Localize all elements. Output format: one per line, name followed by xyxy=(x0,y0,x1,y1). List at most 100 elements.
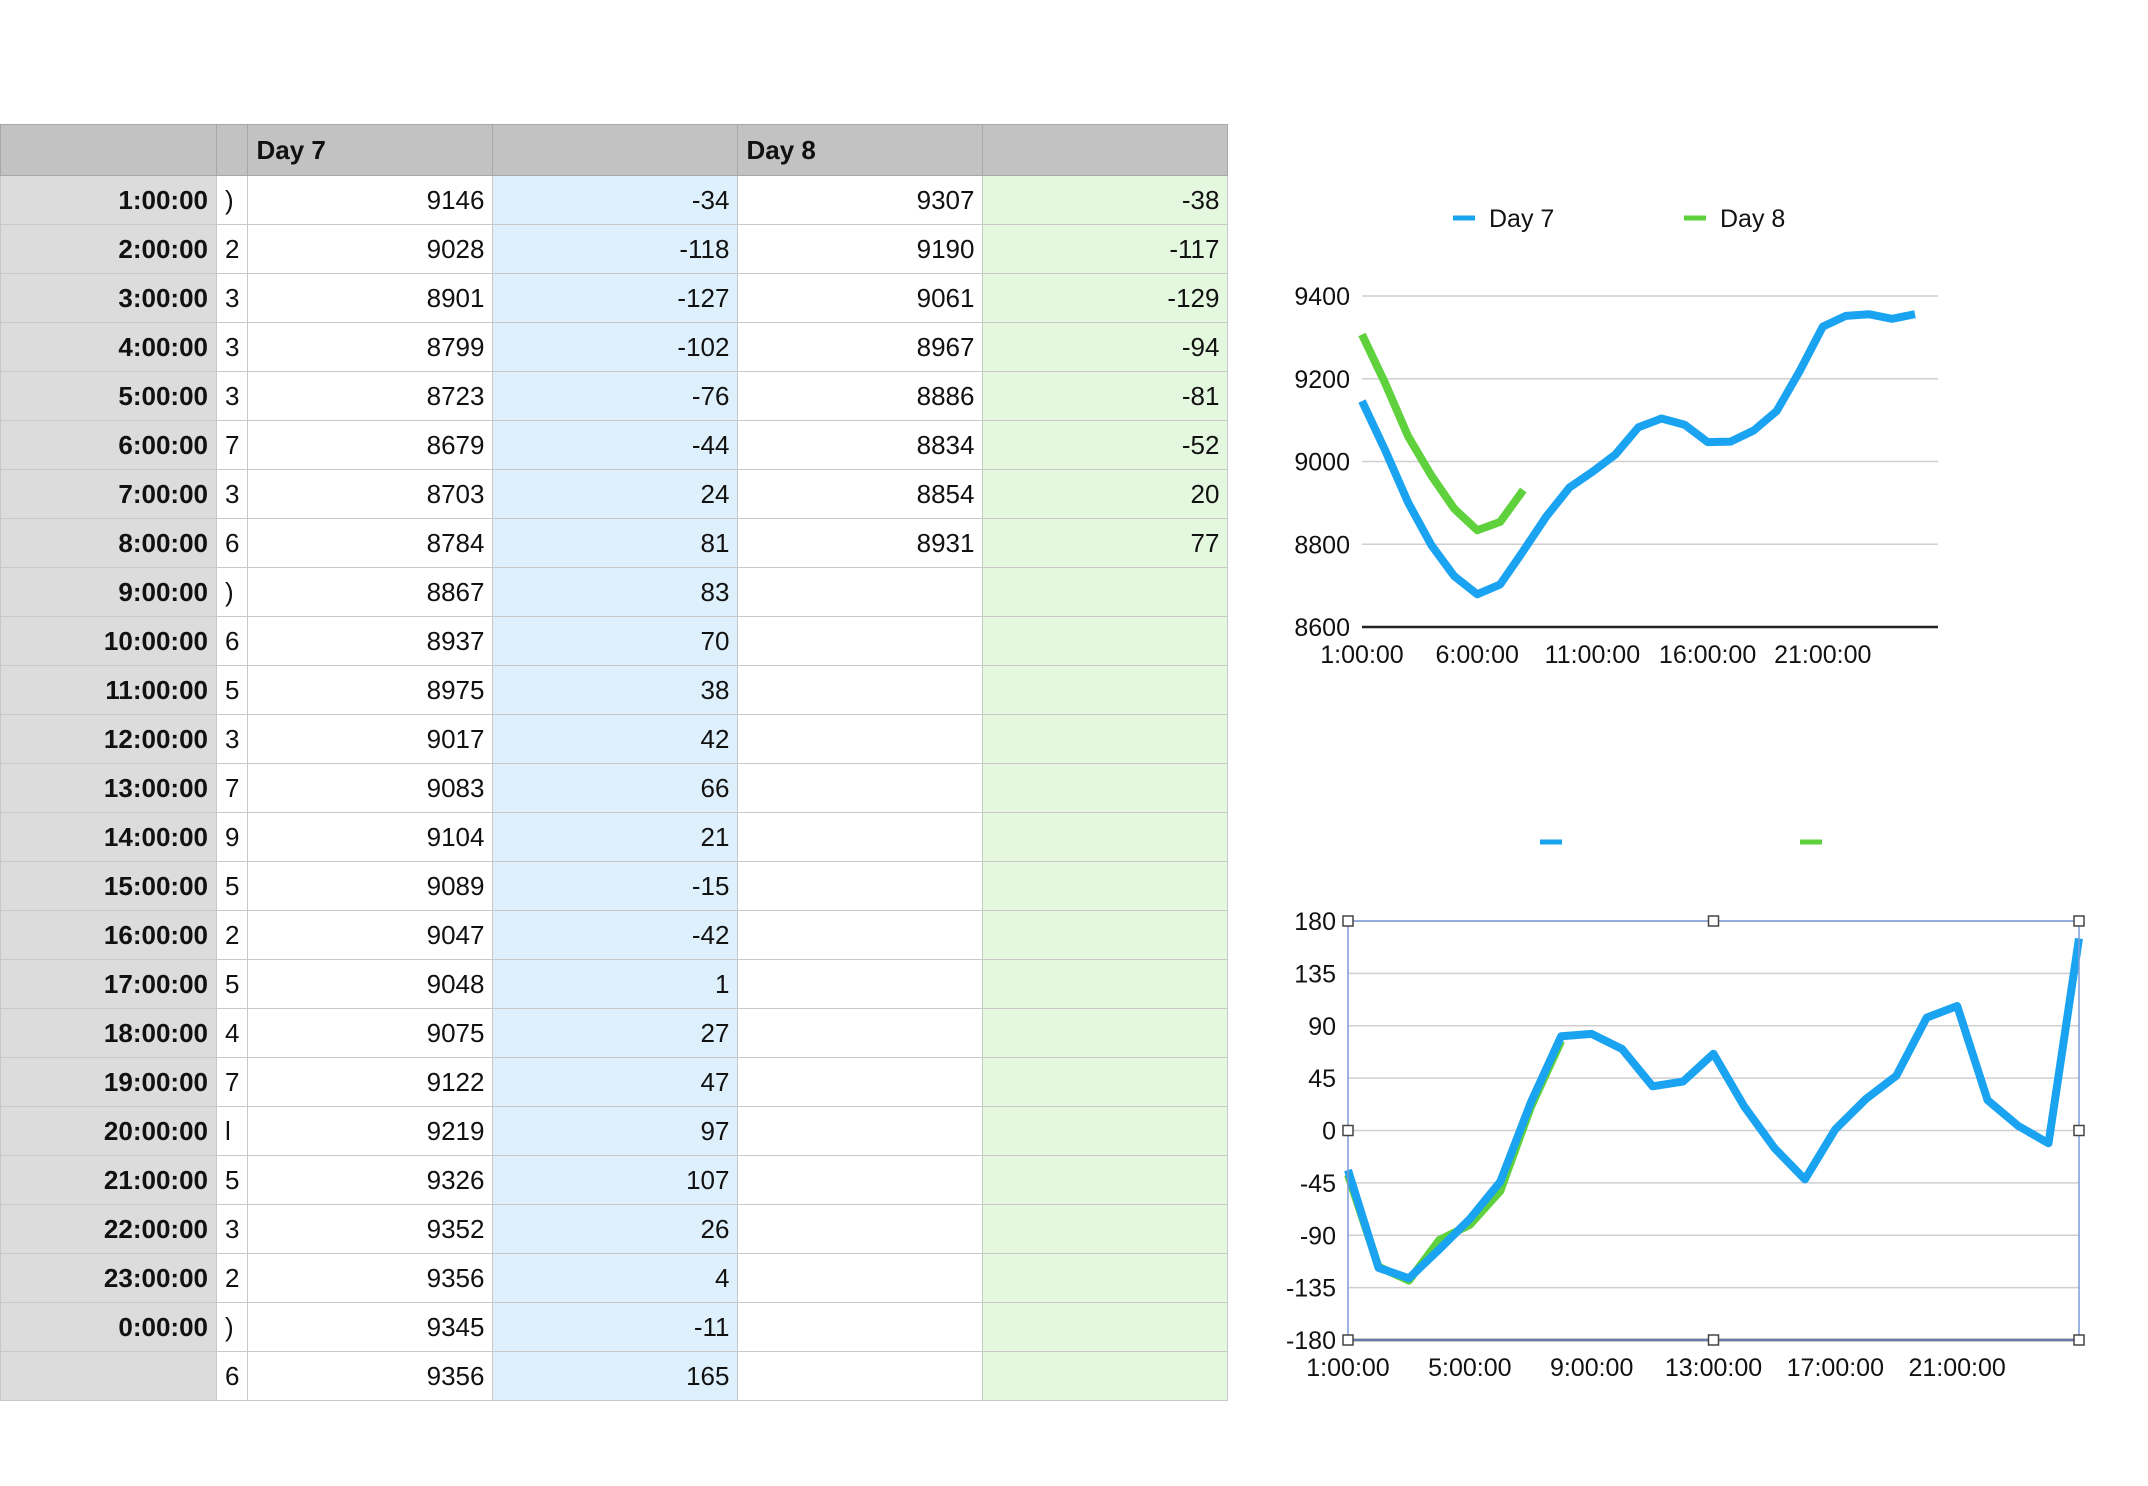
cell-day7-value[interactable]: 9146 xyxy=(247,175,494,225)
cell-day8-delta[interactable]: -81 xyxy=(982,371,1229,421)
cell-truncated[interactable]: ) xyxy=(215,175,249,225)
cell-day8-value[interactable] xyxy=(737,812,984,862)
cell-day7-delta[interactable]: -42 xyxy=(492,910,739,960)
column-header-sliver[interactable] xyxy=(215,124,249,176)
cell-day8-delta[interactable] xyxy=(982,1008,1229,1058)
cell-day7-delta[interactable]: -102 xyxy=(492,322,739,372)
cell-day8-value[interactable]: 8854 xyxy=(737,469,984,519)
cell-day8-value[interactable] xyxy=(737,1253,984,1303)
resize-handle[interactable] xyxy=(1342,1334,1354,1346)
cell-day7-delta[interactable]: -118 xyxy=(492,224,739,274)
row-time-label[interactable]: 7:00:00 xyxy=(0,469,217,519)
cell-day8-delta[interactable]: 77 xyxy=(982,518,1229,568)
cell-day8-delta[interactable]: -94 xyxy=(982,322,1229,372)
row-time-label[interactable]: 19:00:00 xyxy=(0,1057,217,1107)
cell-day8-value[interactable] xyxy=(737,910,984,960)
cell-truncated[interactable]: 6 xyxy=(215,616,249,666)
row-time-label[interactable]: 11:00:00 xyxy=(0,665,217,715)
row-time-label[interactable]: 6:00:00 xyxy=(0,420,217,470)
cell-day7-value[interactable]: 9089 xyxy=(247,861,494,911)
cell-day7-value[interactable]: 9326 xyxy=(247,1155,494,1205)
row-time-label[interactable]: 14:00:00 xyxy=(0,812,217,862)
cell-day8-value[interactable] xyxy=(737,763,984,813)
cell-day8-delta[interactable] xyxy=(982,763,1229,813)
row-time-label[interactable]: 1:00:00 xyxy=(0,175,217,225)
cell-day8-delta[interactable] xyxy=(982,1253,1229,1303)
cell-truncated[interactable]: 5 xyxy=(215,959,249,1009)
cell-truncated[interactable]: 7 xyxy=(215,1057,249,1107)
cell-day7-delta[interactable]: 4 xyxy=(492,1253,739,1303)
cell-truncated[interactable]: 3 xyxy=(215,371,249,421)
cell-day7-delta[interactable]: 26 xyxy=(492,1204,739,1254)
cell-day8-delta[interactable]: -38 xyxy=(982,175,1229,225)
cell-day7-delta[interactable]: 107 xyxy=(492,1155,739,1205)
row-time-label[interactable]: 17:00:00 xyxy=(0,959,217,1009)
cell-day8-delta[interactable] xyxy=(982,1204,1229,1254)
cell-day8-delta[interactable]: -117 xyxy=(982,224,1229,274)
cell-day8-delta[interactable] xyxy=(982,1302,1229,1352)
cell-day8-delta[interactable]: -52 xyxy=(982,420,1229,470)
cell-day7-delta[interactable]: 27 xyxy=(492,1008,739,1058)
cell-truncated[interactable]: 7 xyxy=(215,763,249,813)
cell-truncated[interactable]: 2 xyxy=(215,910,249,960)
cell-day7-value[interactable]: 9028 xyxy=(247,224,494,274)
cell-day8-value[interactable] xyxy=(737,1351,984,1401)
cell-day7-delta[interactable]: -44 xyxy=(492,420,739,470)
cell-truncated[interactable]: ) xyxy=(215,1302,249,1352)
row-time-label[interactable]: 12:00:00 xyxy=(0,714,217,764)
row-label-header[interactable] xyxy=(0,124,217,176)
cell-truncated[interactable]: 5 xyxy=(215,1155,249,1205)
cell-day7-value[interactable]: 9104 xyxy=(247,812,494,862)
column-header-day7-delta[interactable] xyxy=(492,124,739,176)
cell-truncated[interactable]: 4 xyxy=(215,1008,249,1058)
cell-day7-value[interactable]: 9356 xyxy=(247,1351,494,1401)
cell-day8-value[interactable] xyxy=(737,1204,984,1254)
cell-day7-value[interactable]: 9122 xyxy=(247,1057,494,1107)
cell-truncated[interactable]: 6 xyxy=(215,518,249,568)
row-time-label[interactable]: 5:00:00 xyxy=(0,371,217,421)
resize-handle[interactable] xyxy=(1707,915,1720,927)
cell-truncated[interactable]: 7 xyxy=(215,420,249,470)
cell-day8-delta[interactable] xyxy=(982,714,1229,764)
cell-day7-delta[interactable]: 66 xyxy=(492,763,739,813)
resize-handle[interactable] xyxy=(1707,1334,1720,1346)
cell-day7-value[interactable]: 9356 xyxy=(247,1253,494,1303)
cell-day8-value[interactable] xyxy=(737,959,984,1009)
row-time-label[interactable]: 16:00:00 xyxy=(0,910,217,960)
cell-day7-value[interactable]: 9083 xyxy=(247,763,494,813)
cell-day8-delta[interactable]: 20 xyxy=(982,469,1229,519)
cell-truncated[interactable]: 5 xyxy=(215,665,249,715)
cell-day8-delta[interactable] xyxy=(982,1106,1229,1156)
day-values-line-chart[interactable]: 8600 8800 9000 9200 9400 1:00:00 6:00:00 11:00:… xyxy=(1260,180,1960,700)
cell-day8-delta[interactable] xyxy=(982,616,1229,666)
cell-truncated[interactable]: 3 xyxy=(215,322,249,372)
cell-day7-value[interactable]: 8867 xyxy=(247,567,494,617)
cell-day7-delta[interactable]: 81 xyxy=(492,518,739,568)
cell-day7-delta[interactable]: -127 xyxy=(492,273,739,323)
resize-handle[interactable] xyxy=(1342,1124,1354,1137)
cell-day8-value[interactable] xyxy=(737,1302,984,1352)
cell-day8-delta[interactable] xyxy=(982,959,1229,1009)
cell-day8-delta[interactable] xyxy=(982,812,1229,862)
cell-day7-value[interactable]: 9345 xyxy=(247,1302,494,1352)
cell-day7-value[interactable]: 8679 xyxy=(247,420,494,470)
cell-truncated[interactable]: 3 xyxy=(215,1204,249,1254)
column-header-day8[interactable]: Day 8 xyxy=(737,124,984,176)
cell-truncated[interactable]: l xyxy=(215,1106,249,1156)
cell-day8-value[interactable] xyxy=(737,1008,984,1058)
cell-day7-delta[interactable]: -76 xyxy=(492,371,739,421)
cell-day7-value[interactable]: 9017 xyxy=(247,714,494,764)
row-time-label[interactable]: 3:00:00 xyxy=(0,273,217,323)
row-time-label[interactable]: 2:00:00 xyxy=(0,224,217,274)
cell-day8-value[interactable]: 9190 xyxy=(737,224,984,274)
cell-truncated[interactable]: 5 xyxy=(215,861,249,911)
cell-truncated[interactable]: 6 xyxy=(215,1351,249,1401)
column-header-day8-delta[interactable] xyxy=(982,124,1229,176)
cell-day7-delta[interactable]: -34 xyxy=(492,175,739,225)
cell-day8-delta[interactable] xyxy=(982,1351,1229,1401)
cell-day7-value[interactable]: 9075 xyxy=(247,1008,494,1058)
cell-day7-value[interactable]: 8784 xyxy=(247,518,494,568)
row-time-label[interactable]: 0:00:00 xyxy=(0,1302,217,1352)
cell-day8-delta[interactable] xyxy=(982,665,1229,715)
cell-day8-value[interactable] xyxy=(737,861,984,911)
